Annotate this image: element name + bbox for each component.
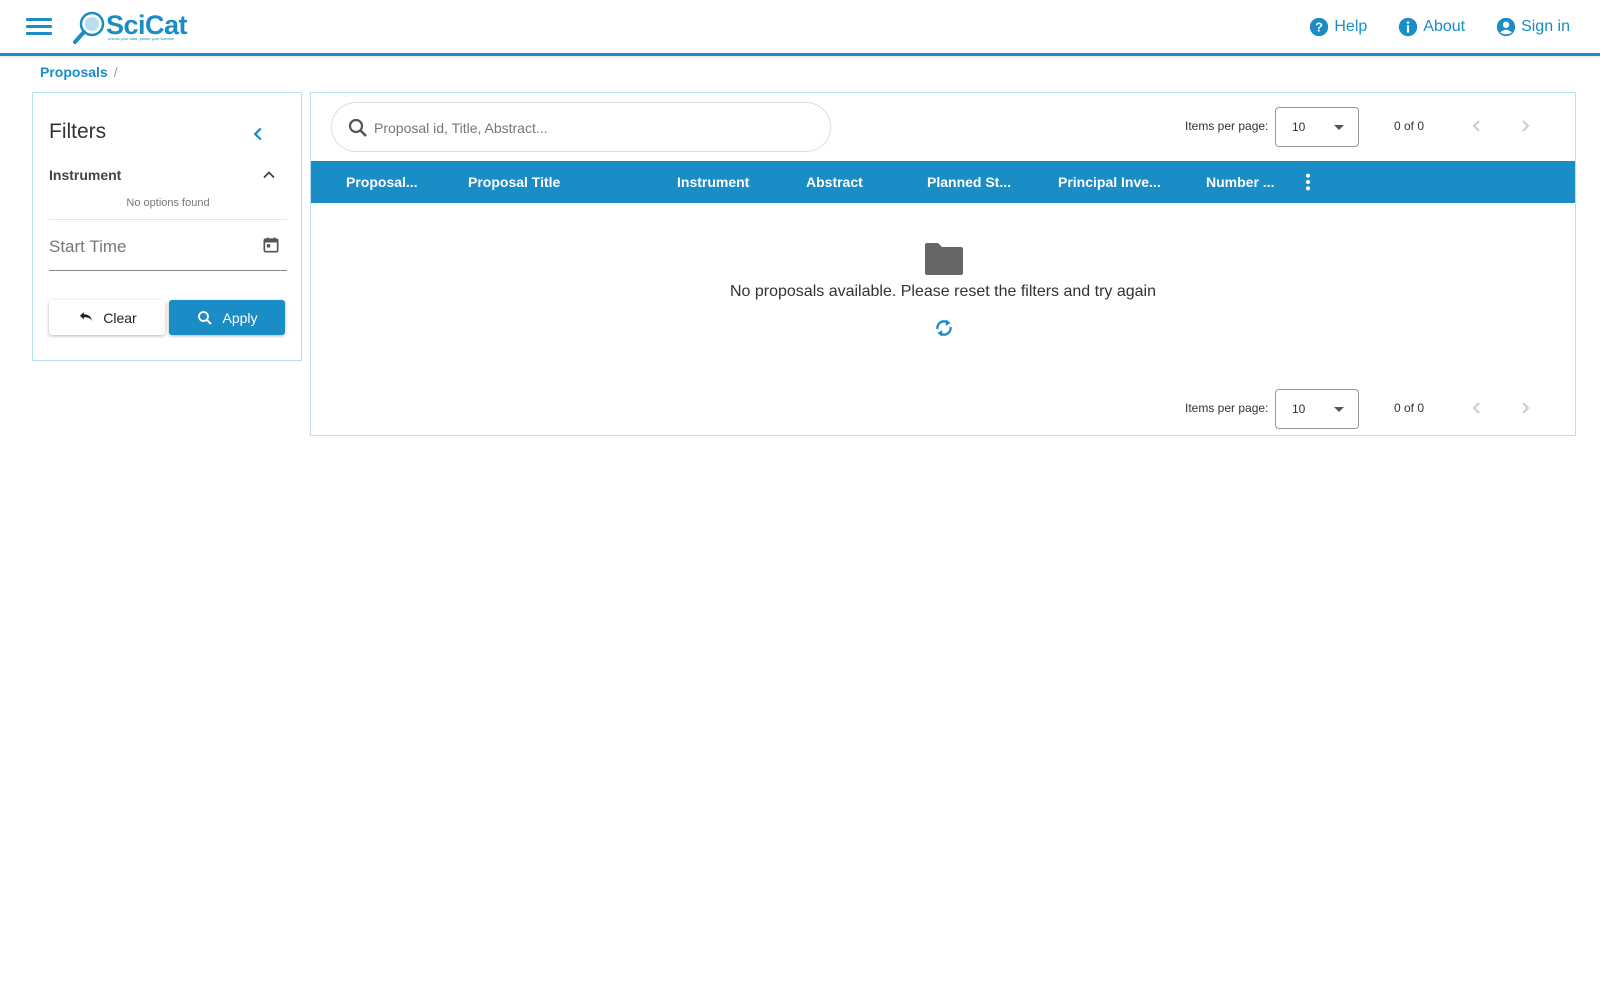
- filters-panel: Filters Instrument No options found Star…: [32, 92, 302, 361]
- clear-button[interactable]: Clear: [49, 300, 165, 335]
- items-per-page-label: Items per page:: [1185, 119, 1269, 133]
- account-circle-icon: [1496, 17, 1516, 37]
- items-per-page-label: Items per page:: [1185, 401, 1269, 415]
- search-input[interactable]: [374, 115, 814, 141]
- help-circle-icon: ?: [1310, 17, 1329, 37]
- page-size-value: 10: [1292, 402, 1306, 416]
- logo-tagline: unlock your data, power your science: [108, 36, 175, 41]
- instrument-empty-text: No options found: [126, 197, 210, 209]
- page-range-label: 0 of 0: [1394, 119, 1425, 133]
- more-vert-icon[interactable]: [1297, 171, 1319, 193]
- apply-button-label: Apply: [222, 309, 258, 326]
- search-icon: [348, 118, 367, 137]
- paginator-top: Items per page: 10 0 of 0: [1175, 106, 1575, 147]
- chevron-left-icon[interactable]: [247, 123, 269, 145]
- paginator-bottom: Items per page: 10 0 of 0: [1175, 388, 1575, 429]
- search-icon: [198, 310, 213, 325]
- help-link-label: Help: [1334, 18, 1368, 35]
- magnifier-logo-icon: [73, 11, 105, 44]
- sign-in-link-label: Sign in: [1521, 18, 1570, 35]
- help-link[interactable]: ? Help: [1308, 16, 1367, 38]
- column-header-abstract[interactable]: Abstract: [806, 174, 863, 190]
- about-link-label: About: [1423, 18, 1466, 35]
- column-header-proposal-id[interactable]: Proposal...: [346, 174, 418, 190]
- previous-page-icon[interactable]: [1465, 114, 1489, 138]
- about-link[interactable]: About: [1397, 16, 1465, 38]
- next-page-icon[interactable]: [1513, 114, 1537, 138]
- filter-divider: [49, 219, 287, 220]
- apply-button[interactable]: Apply: [169, 300, 285, 335]
- breadcrumb-proposals[interactable]: Proposals: [40, 64, 108, 80]
- table-header: Proposal... Proposal Title Instrument Ab…: [311, 161, 1575, 203]
- instrument-filter-label: Instrument: [49, 167, 122, 183]
- top-toolbar: SciCat unlock your data, power your scie…: [0, 0, 1600, 56]
- next-page-icon[interactable]: [1513, 396, 1537, 420]
- dropdown-arrow-icon: [1334, 125, 1344, 130]
- calendar-icon[interactable]: [261, 235, 281, 255]
- sign-in-link[interactable]: Sign in: [1495, 16, 1570, 38]
- page-size-value: 10: [1292, 120, 1306, 134]
- folder-icon: [925, 243, 963, 275]
- start-time-field[interactable]: Start Time: [49, 227, 287, 271]
- proposals-panel: Items per page: 10 0 of 0 Proposal... Pr…: [310, 92, 1576, 436]
- breadcrumb-separator: /: [113, 64, 118, 80]
- filters-title: Filters: [49, 120, 107, 143]
- previous-page-icon[interactable]: [1465, 396, 1489, 420]
- clear-button-label: Clear: [103, 309, 137, 326]
- info-circle-icon: [1399, 17, 1418, 37]
- column-header-planned-start[interactable]: Planned St...: [927, 174, 1011, 190]
- chevron-up-icon[interactable]: [259, 165, 279, 185]
- column-header-number-of-datasets[interactable]: Number ...: [1206, 174, 1274, 190]
- undo-icon: [80, 311, 93, 321]
- column-header-principal-investigator[interactable]: Principal Inve...: [1058, 174, 1161, 190]
- page-size-select[interactable]: 10: [1275, 389, 1359, 429]
- start-time-label: Start Time: [49, 237, 127, 256]
- refresh-icon[interactable]: [931, 315, 957, 341]
- svg-text:?: ?: [1315, 20, 1323, 35]
- page-range-label: 0 of 0: [1394, 401, 1425, 415]
- menu-icon[interactable]: [24, 14, 54, 42]
- column-header-instrument[interactable]: Instrument: [677, 174, 749, 190]
- page-size-select[interactable]: 10: [1275, 107, 1359, 147]
- dropdown-arrow-icon: [1334, 407, 1344, 412]
- empty-state-message: No proposals available. Please reset the…: [729, 283, 1156, 300]
- search-box[interactable]: [331, 102, 831, 152]
- column-header-proposal-title[interactable]: Proposal Title: [468, 174, 560, 190]
- breadcrumb: Proposals /: [40, 64, 118, 80]
